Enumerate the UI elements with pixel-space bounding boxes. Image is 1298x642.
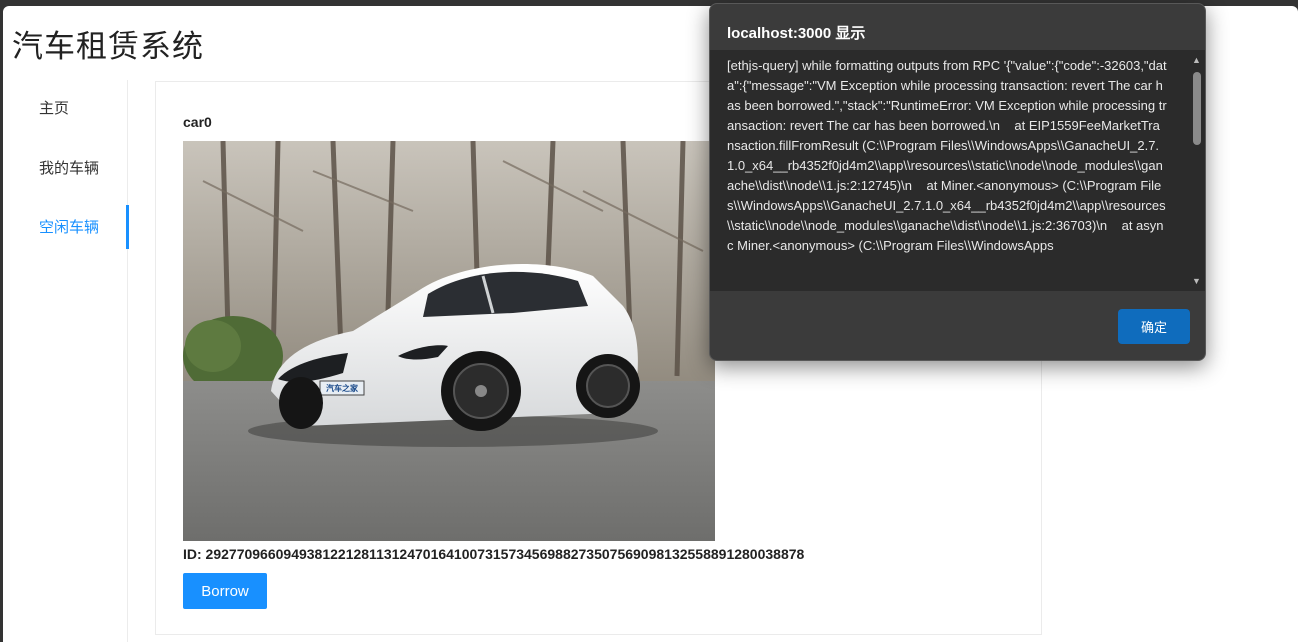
dialog-message-area[interactable]: [ethjs-query] while formatting outputs f… xyxy=(710,50,1205,291)
app-title: 汽车租赁系统 xyxy=(12,29,204,65)
sidebar-item-my-cars[interactable]: 我的车辆 xyxy=(3,146,129,190)
scroll-down-icon[interactable]: ▼ xyxy=(1188,273,1205,289)
car-name: car0 xyxy=(183,114,212,130)
scroll-up-icon[interactable]: ▲ xyxy=(1188,52,1205,68)
car-photo: 汽车之家 xyxy=(183,141,715,541)
scrollbar-thumb[interactable] xyxy=(1193,72,1201,145)
sidebar-menu: 主页 我的车辆 空闲车辆 xyxy=(3,80,129,642)
dialog-title: localhost:3000 显示 xyxy=(727,25,866,42)
sidebar-item-available-cars[interactable]: 空闲车辆 xyxy=(3,205,129,249)
sidebar-item-home[interactable]: 主页 xyxy=(3,86,129,130)
borrow-button[interactable]: Borrow xyxy=(183,573,267,609)
alert-dialog: localhost:3000 显示 [ethjs-query] while fo… xyxy=(709,3,1206,361)
dialog-scrollbar[interactable]: ▲ ▼ xyxy=(1188,50,1205,291)
car-id: ID: 292770966094938122128113124701641007… xyxy=(183,546,805,562)
dialog-message: [ethjs-query] while formatting outputs f… xyxy=(727,58,1167,253)
license-plate-text: 汽车之家 xyxy=(326,383,359,393)
ok-button[interactable]: 确定 xyxy=(1118,309,1190,344)
